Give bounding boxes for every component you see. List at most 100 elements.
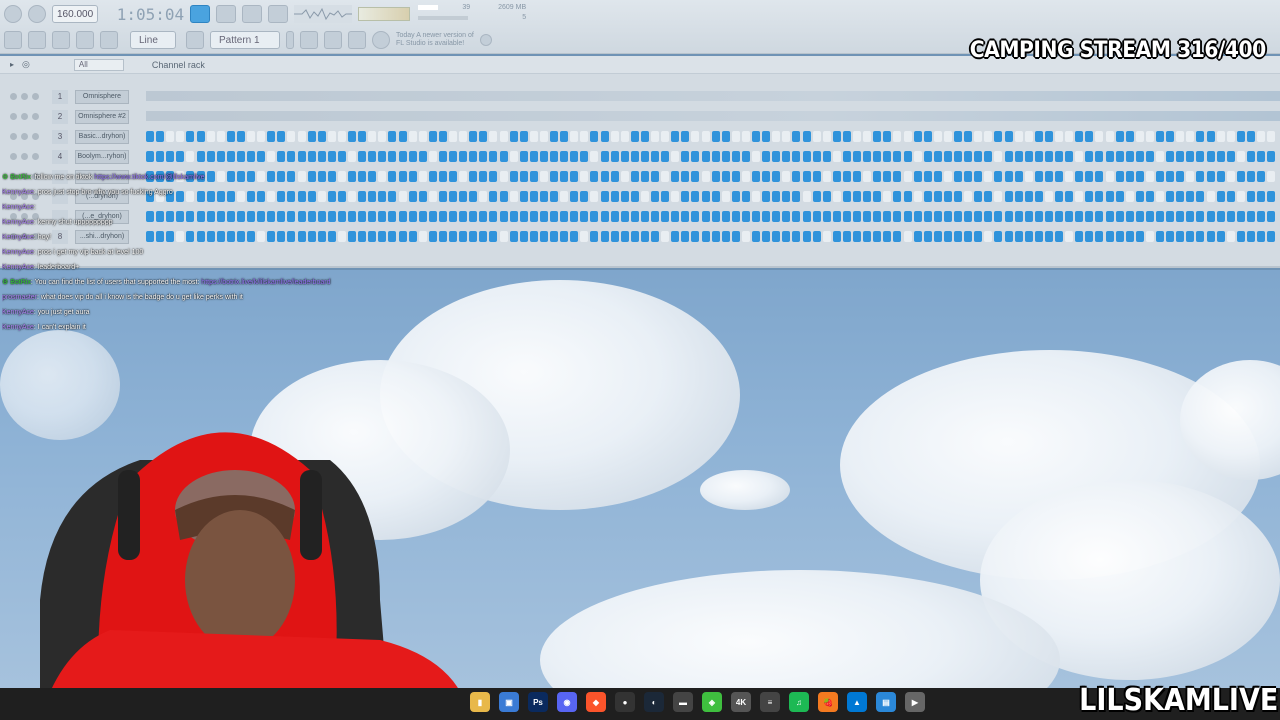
step-button[interactable] (1145, 191, 1154, 202)
step-button[interactable] (1095, 231, 1104, 242)
step-button[interactable] (459, 211, 468, 222)
step-button[interactable] (307, 131, 316, 142)
chat-username[interactable]: BotRix (10, 279, 31, 286)
step-button[interactable] (1196, 191, 1205, 202)
step-button[interactable] (1156, 191, 1164, 202)
step-button[interactable] (772, 231, 781, 242)
step-button[interactable] (560, 231, 569, 242)
step-button[interactable] (1105, 231, 1114, 242)
step-button[interactable] (438, 151, 447, 162)
step-button[interactable] (863, 191, 872, 202)
step-button[interactable] (1246, 191, 1255, 202)
step-button[interactable] (741, 131, 750, 142)
step-button[interactable] (701, 151, 710, 162)
notes-icon[interactable]: ▤ (876, 692, 896, 712)
step-button[interactable] (933, 191, 942, 202)
step-button[interactable] (883, 131, 892, 142)
step-button[interactable] (348, 131, 356, 142)
rack-target-icon[interactable]: ◎ (22, 59, 30, 70)
step-button[interactable] (509, 211, 518, 222)
step-button[interactable] (438, 171, 447, 182)
step-button[interactable] (741, 171, 750, 182)
step-button[interactable] (651, 151, 659, 162)
step-button[interactable] (762, 151, 771, 162)
step-button[interactable] (489, 231, 498, 242)
step-button[interactable] (560, 171, 569, 182)
step-button[interactable] (832, 171, 841, 182)
step-button[interactable] (1236, 171, 1245, 182)
step-button[interactable] (933, 231, 942, 242)
mute-led[interactable] (10, 113, 17, 120)
step-button[interactable] (711, 231, 720, 242)
step-button[interactable] (711, 171, 720, 182)
step-button[interactable] (1014, 151, 1023, 162)
step-button[interactable] (1156, 171, 1164, 182)
step-button[interactable] (580, 171, 589, 182)
step-button[interactable] (519, 211, 528, 222)
step-button[interactable] (1065, 171, 1074, 182)
step-button[interactable] (792, 191, 801, 202)
step-button[interactable] (590, 191, 599, 202)
step-button[interactable] (1014, 171, 1023, 182)
step-button[interactable] (832, 211, 841, 222)
step-button[interactable] (297, 131, 306, 142)
step-button[interactable] (489, 151, 498, 162)
step-button[interactable] (1226, 131, 1235, 142)
step-button[interactable] (176, 151, 185, 162)
step-button[interactable] (398, 131, 407, 142)
step-button[interactable] (1257, 231, 1265, 242)
step-button[interactable] (630, 191, 639, 202)
step-button[interactable] (651, 191, 659, 202)
step-button[interactable] (1236, 131, 1245, 142)
step-button[interactable] (499, 191, 508, 202)
step-button[interactable] (782, 211, 791, 222)
step-button[interactable] (681, 151, 690, 162)
step-button[interactable] (863, 211, 872, 222)
step-button[interactable] (640, 211, 649, 222)
channel-name-button[interactable]: Omnisphere #2 (75, 110, 129, 124)
step-button[interactable] (954, 211, 962, 222)
media-player-icon[interactable]: ▶ (905, 692, 925, 712)
step-button[interactable] (1014, 191, 1023, 202)
step-button[interactable] (1095, 131, 1104, 142)
step-button[interactable] (1125, 211, 1134, 222)
step-button[interactable] (964, 131, 973, 142)
step-button[interactable] (671, 131, 680, 142)
step-button[interactable] (489, 171, 498, 182)
step-button[interactable] (974, 131, 983, 142)
step-button[interactable] (1206, 191, 1215, 202)
step-button[interactable] (1014, 231, 1023, 242)
step-button[interactable] (1226, 171, 1235, 182)
step-button[interactable] (1257, 151, 1265, 162)
step-button[interactable] (1206, 231, 1215, 242)
step-button[interactable] (762, 131, 771, 142)
step-button[interactable] (782, 171, 791, 182)
close-notice-icon[interactable] (479, 34, 492, 46)
step-button[interactable] (923, 191, 932, 202)
step-button[interactable] (691, 191, 700, 202)
step-button[interactable] (903, 211, 912, 222)
step-button[interactable] (550, 211, 558, 222)
step-button[interactable] (1065, 231, 1074, 242)
step-button[interactable] (873, 171, 882, 182)
step-button[interactable] (651, 211, 659, 222)
step-button[interactable] (1156, 211, 1164, 222)
step-button[interactable] (529, 191, 538, 202)
step-button[interactable] (428, 151, 437, 162)
step-button[interactable] (842, 131, 851, 142)
step-button[interactable] (1034, 231, 1043, 242)
step-button[interactable] (772, 191, 781, 202)
step-button[interactable] (1115, 211, 1124, 222)
step-button[interactable] (469, 151, 478, 162)
step-button[interactable] (509, 131, 518, 142)
step-button[interactable] (893, 131, 902, 142)
step-button[interactable] (408, 151, 417, 162)
step-button[interactable] (1166, 171, 1175, 182)
step-button[interactable] (449, 171, 457, 182)
step-button[interactable] (873, 151, 882, 162)
step-button[interactable] (883, 171, 892, 182)
step-button[interactable] (1055, 131, 1063, 142)
step-button[interactable] (721, 211, 730, 222)
step-button[interactable] (671, 211, 680, 222)
browser-button[interactable] (348, 31, 366, 49)
